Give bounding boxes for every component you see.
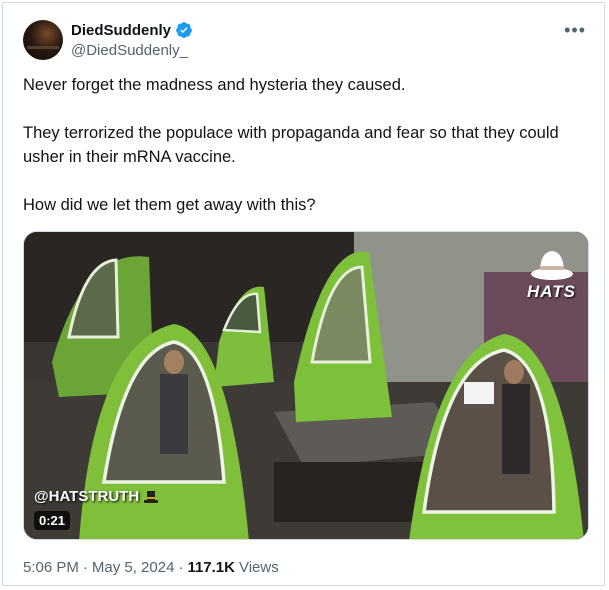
watermark-handle: @HATSTRUTH bbox=[34, 488, 140, 505]
tweet-meta: 5:06 PM · May 5, 2024 · 117.1K Views bbox=[23, 559, 279, 576]
tophat-icon bbox=[144, 490, 159, 503]
video-player[interactable]: HATS @HATSTRUTH 0:21 bbox=[23, 231, 589, 540]
views-count: 117.1K bbox=[187, 559, 235, 576]
meta-separator: · bbox=[82, 559, 88, 576]
tweet-date[interactable]: May 5, 2024 bbox=[92, 559, 175, 576]
tweet-text: Never forget the madness and hysteria th… bbox=[23, 73, 583, 241]
verified-badge-icon bbox=[176, 22, 192, 38]
display-name[interactable]: DiedSuddenly bbox=[71, 22, 171, 39]
tweet-paragraph: Never forget the madness and hysteria th… bbox=[23, 76, 406, 94]
tweet-time[interactable]: 5:06 PM bbox=[23, 559, 79, 576]
views-label: Views bbox=[238, 559, 279, 576]
watermark-top: HATS bbox=[526, 282, 576, 301]
meta-separator: · bbox=[178, 559, 184, 576]
tweet-paragraph: How did we let them get away with this? bbox=[23, 196, 316, 214]
tweet-card[interactable]: DiedSuddenly @DiedSuddenly_ ••• Never fo… bbox=[2, 2, 605, 586]
watermark-bottom: @HATSTRUTH bbox=[34, 488, 159, 505]
video-duration: 0:21 bbox=[34, 511, 71, 530]
handle[interactable]: @DiedSuddenly_ bbox=[71, 42, 188, 59]
tweet-paragraph: They terrorized the populace with propag… bbox=[23, 124, 559, 166]
more-options-icon[interactable]: ••• bbox=[564, 21, 586, 39]
avatar-detail bbox=[27, 46, 59, 49]
avatar[interactable] bbox=[23, 20, 63, 60]
author-name-row: DiedSuddenly bbox=[71, 21, 193, 39]
hat-icon bbox=[531, 251, 573, 280]
